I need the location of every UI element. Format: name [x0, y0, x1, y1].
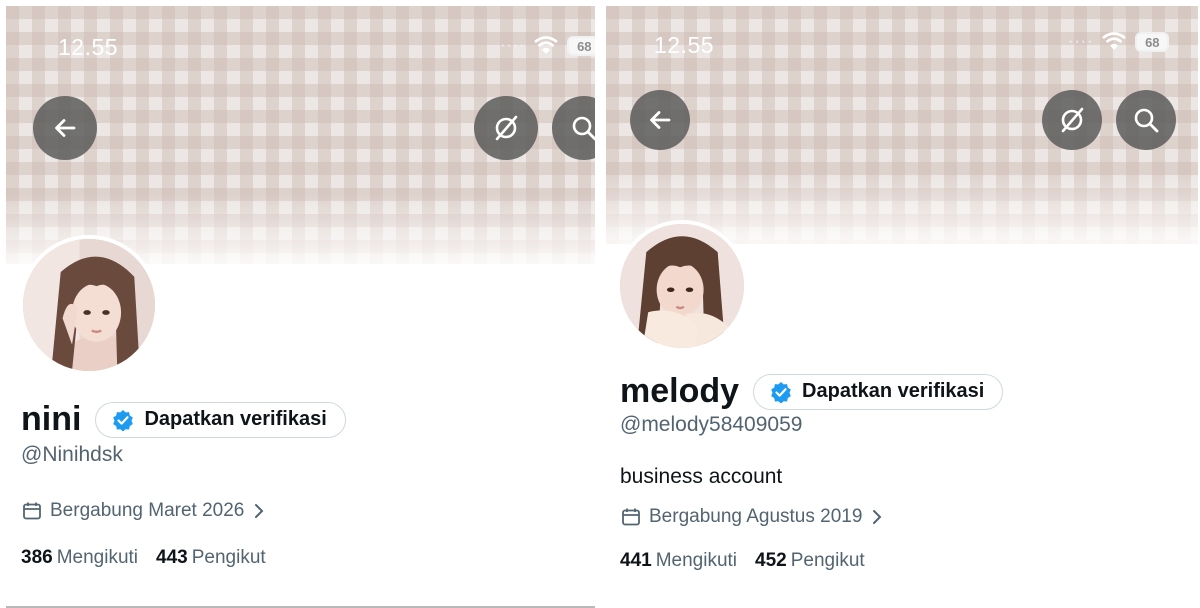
wifi-icon [534, 36, 559, 54]
following-count: 441 [620, 550, 652, 571]
joined-date: Bergabung Maret 2026 [50, 500, 245, 521]
avatar[interactable] [19, 235, 159, 375]
get-verified-label: Dapatkan verifikasi [144, 408, 327, 430]
battery-indicator: 68 [567, 36, 595, 56]
status-time: 12.55 [654, 32, 715, 58]
profile-panel-right: 12.55 ···· 68 melody Dapatkan verifikasi… [606, 0, 1198, 608]
verified-badge-icon [771, 381, 791, 403]
search-icon [1134, 108, 1159, 133]
followers-count: 443 [156, 547, 188, 568]
signal-icon: ···· [1068, 33, 1094, 50]
following-link[interactable]: 441 Mengikuti [620, 550, 737, 572]
avatar[interactable] [616, 220, 748, 352]
display-name: melody [620, 372, 740, 410]
display-name: nini [21, 400, 82, 438]
search-button[interactable] [1116, 90, 1176, 150]
get-verified-label: Dapatkan verifikasi [802, 380, 985, 402]
profile-bio: business account [620, 465, 783, 488]
follow-stats: 441 Mengikuti 452 Pengikut [620, 550, 865, 572]
profile-panel-left: 12.55 ···· 68 nini Dapatkan verifikasi @… [6, 0, 595, 608]
avatar-photo [23, 239, 155, 371]
followers-label: Pengikut [790, 550, 865, 571]
back-button[interactable] [33, 96, 97, 160]
grok-button[interactable] [1042, 90, 1102, 150]
back-arrow-icon [650, 111, 671, 129]
avatar-photo [620, 224, 744, 348]
status-icons: ···· 68 [1068, 32, 1170, 52]
following-label: Mengikuti [655, 550, 738, 571]
username-handle: @melody58409059 [620, 413, 803, 436]
following-count: 386 [21, 547, 53, 568]
get-verified-button[interactable]: Dapatkan verifikasi [95, 401, 346, 438]
chevron-right-icon [255, 504, 264, 518]
verified-badge-icon [113, 409, 134, 431]
calendar-icon [622, 508, 640, 526]
follow-stats: 386 Mengikuti 443 Pengikut [21, 547, 266, 569]
grok-icon [495, 115, 518, 141]
grok-icon [1061, 107, 1084, 133]
signal-icon: ···· [500, 37, 526, 54]
battery-indicator: 68 [1135, 32, 1170, 52]
name-row: nini Dapatkan verifikasi [21, 400, 346, 439]
back-button[interactable] [630, 90, 690, 150]
username-handle: @Ninihdsk [21, 443, 123, 466]
name-row: melody Dapatkan verifikasi [620, 372, 1004, 411]
wifi-icon [1102, 32, 1127, 50]
joined-date-link[interactable]: Bergabung Agustus 2019 [621, 506, 884, 528]
followers-link[interactable]: 443 Pengikut [156, 547, 266, 569]
followers-label: Pengikut [191, 547, 266, 568]
chevron-right-icon [873, 510, 882, 524]
back-arrow-icon [55, 119, 76, 137]
grok-button[interactable] [474, 96, 538, 160]
status-icons: ···· 68 [500, 36, 595, 56]
following-link[interactable]: 386 Mengikuti [21, 547, 138, 569]
calendar-icon [23, 502, 41, 520]
followers-link[interactable]: 452 Pengikut [755, 550, 865, 572]
get-verified-button[interactable]: Dapatkan verifikasi [753, 373, 1004, 410]
search-icon [572, 116, 595, 141]
following-label: Mengikuti [56, 547, 139, 568]
status-time: 12.55 [58, 34, 119, 60]
joined-date: Bergabung Agustus 2019 [649, 506, 863, 527]
joined-date-link[interactable]: Bergabung Maret 2026 [22, 500, 266, 522]
followers-count: 452 [755, 550, 787, 571]
